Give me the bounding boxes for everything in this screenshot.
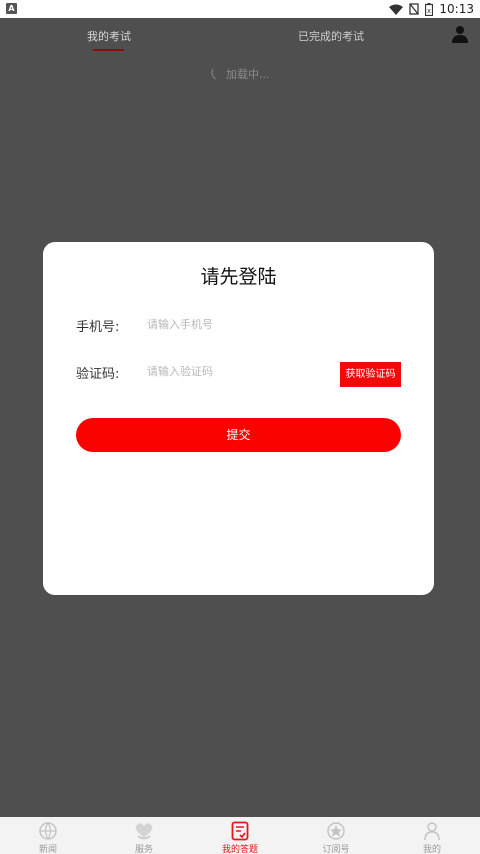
loading-spinner-icon bbox=[208, 68, 220, 80]
nav-label-profile: 我的 bbox=[422, 845, 441, 854]
submit-button[interactable]: 提交 bbox=[76, 418, 401, 452]
status-bar: A x 10:13 bbox=[0, 0, 480, 18]
code-label: 验证码: bbox=[76, 367, 120, 382]
answer-icon bbox=[230, 821, 250, 841]
bottom-nav: 新闻 服务 我的答题 订阅号 我的 bbox=[0, 817, 480, 854]
loading-indicator: 加载中... bbox=[208, 66, 270, 82]
svg-text:x: x bbox=[427, 7, 431, 15]
subscription-icon bbox=[326, 821, 346, 841]
nav-item-news[interactable]: 新闻 bbox=[0, 817, 96, 854]
nav-item-service[interactable]: 服务 bbox=[96, 817, 192, 854]
nav-label-my-answers: 我的答题 bbox=[221, 845, 258, 854]
loading-text: 加载中... bbox=[226, 68, 270, 81]
verification-code-input[interactable] bbox=[147, 361, 337, 381]
no-signal-icon bbox=[409, 3, 420, 15]
nav-label-news: 新闻 bbox=[38, 845, 57, 854]
nav-label-subscription: 订阅号 bbox=[322, 845, 350, 854]
wifi-icon bbox=[389, 4, 404, 15]
service-icon bbox=[134, 821, 154, 841]
app-notification-icon: A bbox=[6, 3, 17, 14]
nav-item-my-answers[interactable]: 我的答题 bbox=[192, 817, 288, 854]
nav-item-subscription[interactable]: 订阅号 bbox=[288, 817, 384, 854]
phone-label: 手机号: bbox=[76, 320, 120, 335]
status-icons: x 10:13 bbox=[389, 0, 474, 18]
dialog-title: 请先登陆 bbox=[200, 266, 277, 288]
phone-input[interactable] bbox=[147, 314, 337, 334]
exam-tab-bar: 我的考试 已完成的考试 bbox=[0, 18, 480, 54]
get-code-button[interactable]: 获取验证码 bbox=[340, 362, 401, 387]
profile-icon bbox=[422, 821, 442, 841]
status-time: 10:13 bbox=[439, 2, 474, 16]
nav-item-profile[interactable]: 我的 bbox=[384, 817, 480, 854]
news-icon bbox=[38, 821, 58, 841]
tab-completed-exams[interactable]: 已完成的考试 bbox=[298, 28, 364, 44]
login-dialog: 请先登陆 手机号: 验证码: 获取验证码 提交 bbox=[43, 242, 434, 595]
battery-icon: x bbox=[425, 2, 434, 16]
nav-label-service: 服务 bbox=[134, 845, 153, 854]
user-icon[interactable] bbox=[451, 25, 469, 43]
tab-my-exams[interactable]: 我的考试 bbox=[87, 28, 131, 44]
active-tab-indicator bbox=[93, 49, 124, 51]
